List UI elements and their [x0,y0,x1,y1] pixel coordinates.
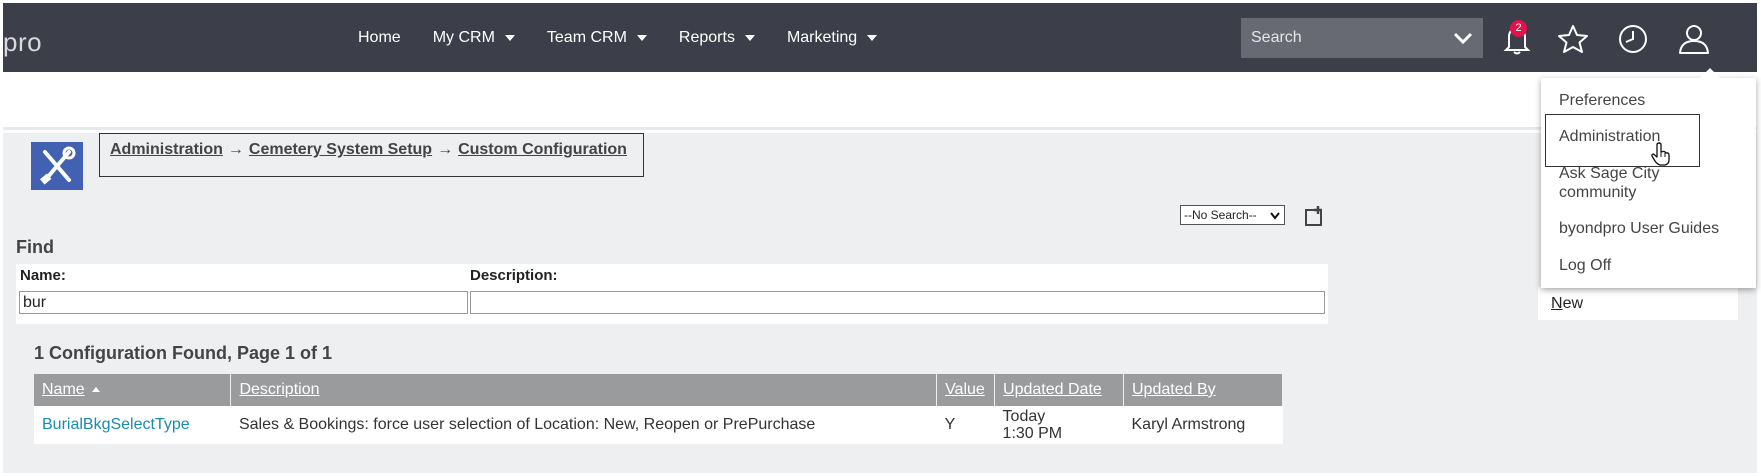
chevron-down-icon [1270,212,1280,220]
subheader-bar [3,72,1757,130]
sort-ascending-icon [91,387,100,393]
menu-item-preferences[interactable]: Preferences [1559,91,1739,110]
nav-marketing[interactable]: Marketing [786,28,878,47]
column-name-label: Name [42,381,85,398]
column-header-name[interactable]: Name [34,374,232,406]
name-search-input[interactable] [19,291,468,314]
menu-item-user-guides[interactable]: byondpro User Guides [1559,219,1739,238]
dropdown-pointer [1700,68,1720,78]
column-header-value[interactable]: Value [936,374,996,406]
menu-item-administration[interactable]: Administration [1559,127,1739,146]
new-button[interactable]: New [1551,295,1583,313]
config-updated-date: Today 1:30 PM [994,406,1124,444]
config-description: Sales & Bookings: force user selection o… [230,406,937,444]
column-updated-date-label: Updated Date [1003,381,1102,398]
column-header-updated-by[interactable]: Updated By [1123,374,1283,406]
administration-tools-icon [31,142,83,190]
menu-item-ask-sage-city[interactable]: Ask Sage City community [1559,164,1689,202]
menu-item-log-off[interactable]: Log Off [1559,256,1739,275]
column-value-label: Value [945,381,985,398]
column-header-updated-date[interactable]: Updated Date [994,374,1124,406]
column-header-description[interactable]: Description [230,374,938,406]
column-updated-by-label: Updated By [1132,381,1216,398]
notification-badge: 2 [1510,20,1527,37]
table-empty-row [34,444,1283,472]
nav-my-crm-label: My CRM [432,28,495,46]
nav-marketing-label: Marketing [786,28,858,46]
breadcrumb: Administration → Cemetery System Setup → Cus… [99,133,644,177]
name-label: Name: [20,267,66,284]
top-navigation-bar: pro Home My CRM Team CRM Reports Marketi… [3,3,1757,72]
description-label: Description: [470,267,558,284]
search-placeholder: Search [1251,29,1302,46]
chevron-down-icon[interactable] [1453,29,1473,47]
config-updated-by: Karyl Armstrong [1123,406,1283,444]
table-empty-cell [34,444,1283,472]
breadcrumb-administration[interactable]: Administration [110,141,223,158]
nav-home[interactable]: Home [358,29,401,47]
clock-icon[interactable] [1616,22,1650,56]
new-label-rest: ew [1562,295,1584,312]
results-summary: 1 Configuration Found, Page 1 of 1 [34,343,333,363]
nav-home-label: Home [358,28,401,46]
table-row[interactable]: BurialBkgSelectType Sales & Bookings: fo… [34,406,1283,444]
description-search-input[interactable] [470,291,1325,314]
nav-team-crm[interactable]: Team CRM [547,29,647,47]
find-heading: Find [16,237,54,257]
config-value: Y [936,406,995,444]
caret-down-icon [504,34,515,41]
star-icon[interactable] [1556,22,1590,56]
nav-team-crm-label: Team CRM [546,28,627,46]
table-header-row: Name Description Value Updated Date Upda… [34,374,1283,406]
nav-reports[interactable]: Reports [679,29,755,47]
caret-down-icon [867,34,878,41]
hand-pointer-cursor-icon [1651,142,1670,166]
add-saved-search-icon[interactable] [1303,204,1327,228]
new-accesskey: N [1551,295,1563,312]
breadcrumb-separator: → [227,141,244,158]
nav-my-crm[interactable]: My CRM [433,29,515,47]
caret-down-icon [636,34,647,41]
updated-date-time: 1:30 PM [1002,425,1063,442]
results-table: Name Description Value Updated Date Upda… [34,374,1283,472]
caret-down-icon [744,34,755,41]
column-description-label: Description [239,381,320,398]
updated-date-day: Today [1002,408,1046,425]
config-name-link[interactable]: BurialBkgSelectType [34,406,231,444]
saved-search-value: --No Search-- [1184,208,1257,222]
breadcrumb-custom-configuration[interactable]: Custom Configuration [458,141,627,158]
breadcrumb-cemetery-system-setup[interactable]: Cemetery System Setup [249,141,432,158]
user-icon[interactable] [1677,22,1711,56]
nav-reports-label: Reports [678,28,735,46]
global-search-input[interactable]: Search [1241,18,1483,58]
breadcrumb-separator: → [437,141,454,158]
app-logo[interactable]: pro [3,27,42,58]
main-nav: Home My CRM Team CRM Reports Marketing [358,3,909,72]
saved-search-select[interactable]: --No Search-- [1180,205,1285,225]
